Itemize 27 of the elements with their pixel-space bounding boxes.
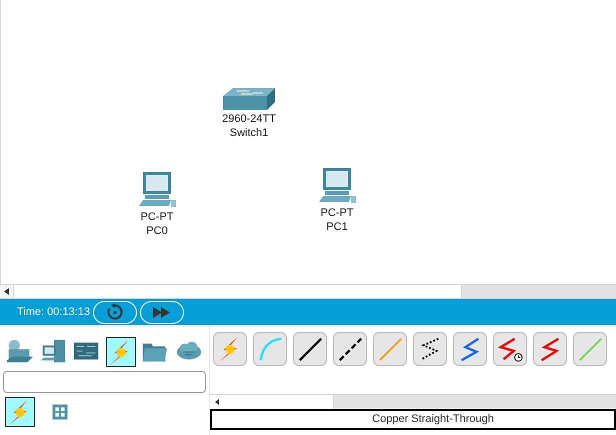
simulation-time: Time: 00:13:13 bbox=[17, 304, 90, 320]
cable-button[interactable] bbox=[333, 332, 367, 366]
device-name: Switch1 bbox=[230, 126, 268, 140]
device-name: PC0 bbox=[146, 224, 168, 238]
connection-type-label: Copper Straight-Through bbox=[372, 412, 494, 428]
search-field[interactable] bbox=[3, 371, 206, 393]
category-button[interactable] bbox=[5, 397, 35, 427]
cable-button[interactable] bbox=[293, 332, 327, 366]
reset-icon bbox=[106, 303, 124, 321]
left-arrow-icon bbox=[215, 399, 219, 405]
cable-button[interactable] bbox=[413, 332, 447, 366]
switch-icon bbox=[223, 86, 275, 112]
fast-forward-icon bbox=[152, 306, 171, 318]
reset-simulation-button[interactable] bbox=[92, 300, 137, 324]
device-name: PC1 bbox=[326, 220, 348, 234]
straight-line-icon bbox=[296, 335, 324, 363]
dashed-line-icon bbox=[336, 335, 364, 363]
device-model: PC-PT bbox=[320, 206, 354, 220]
device-model: 2960-24TT bbox=[222, 112, 276, 126]
fast-forward-button[interactable] bbox=[140, 300, 184, 324]
category-button[interactable] bbox=[106, 337, 136, 367]
computer-icon bbox=[137, 172, 177, 210]
scrollbar-thumb[interactable] bbox=[14, 285, 462, 298]
left-arrow-icon bbox=[4, 288, 9, 295]
computer-icon bbox=[317, 168, 357, 206]
device-model: PC-PT bbox=[140, 210, 174, 224]
zigzag-clock-icon bbox=[496, 335, 524, 363]
